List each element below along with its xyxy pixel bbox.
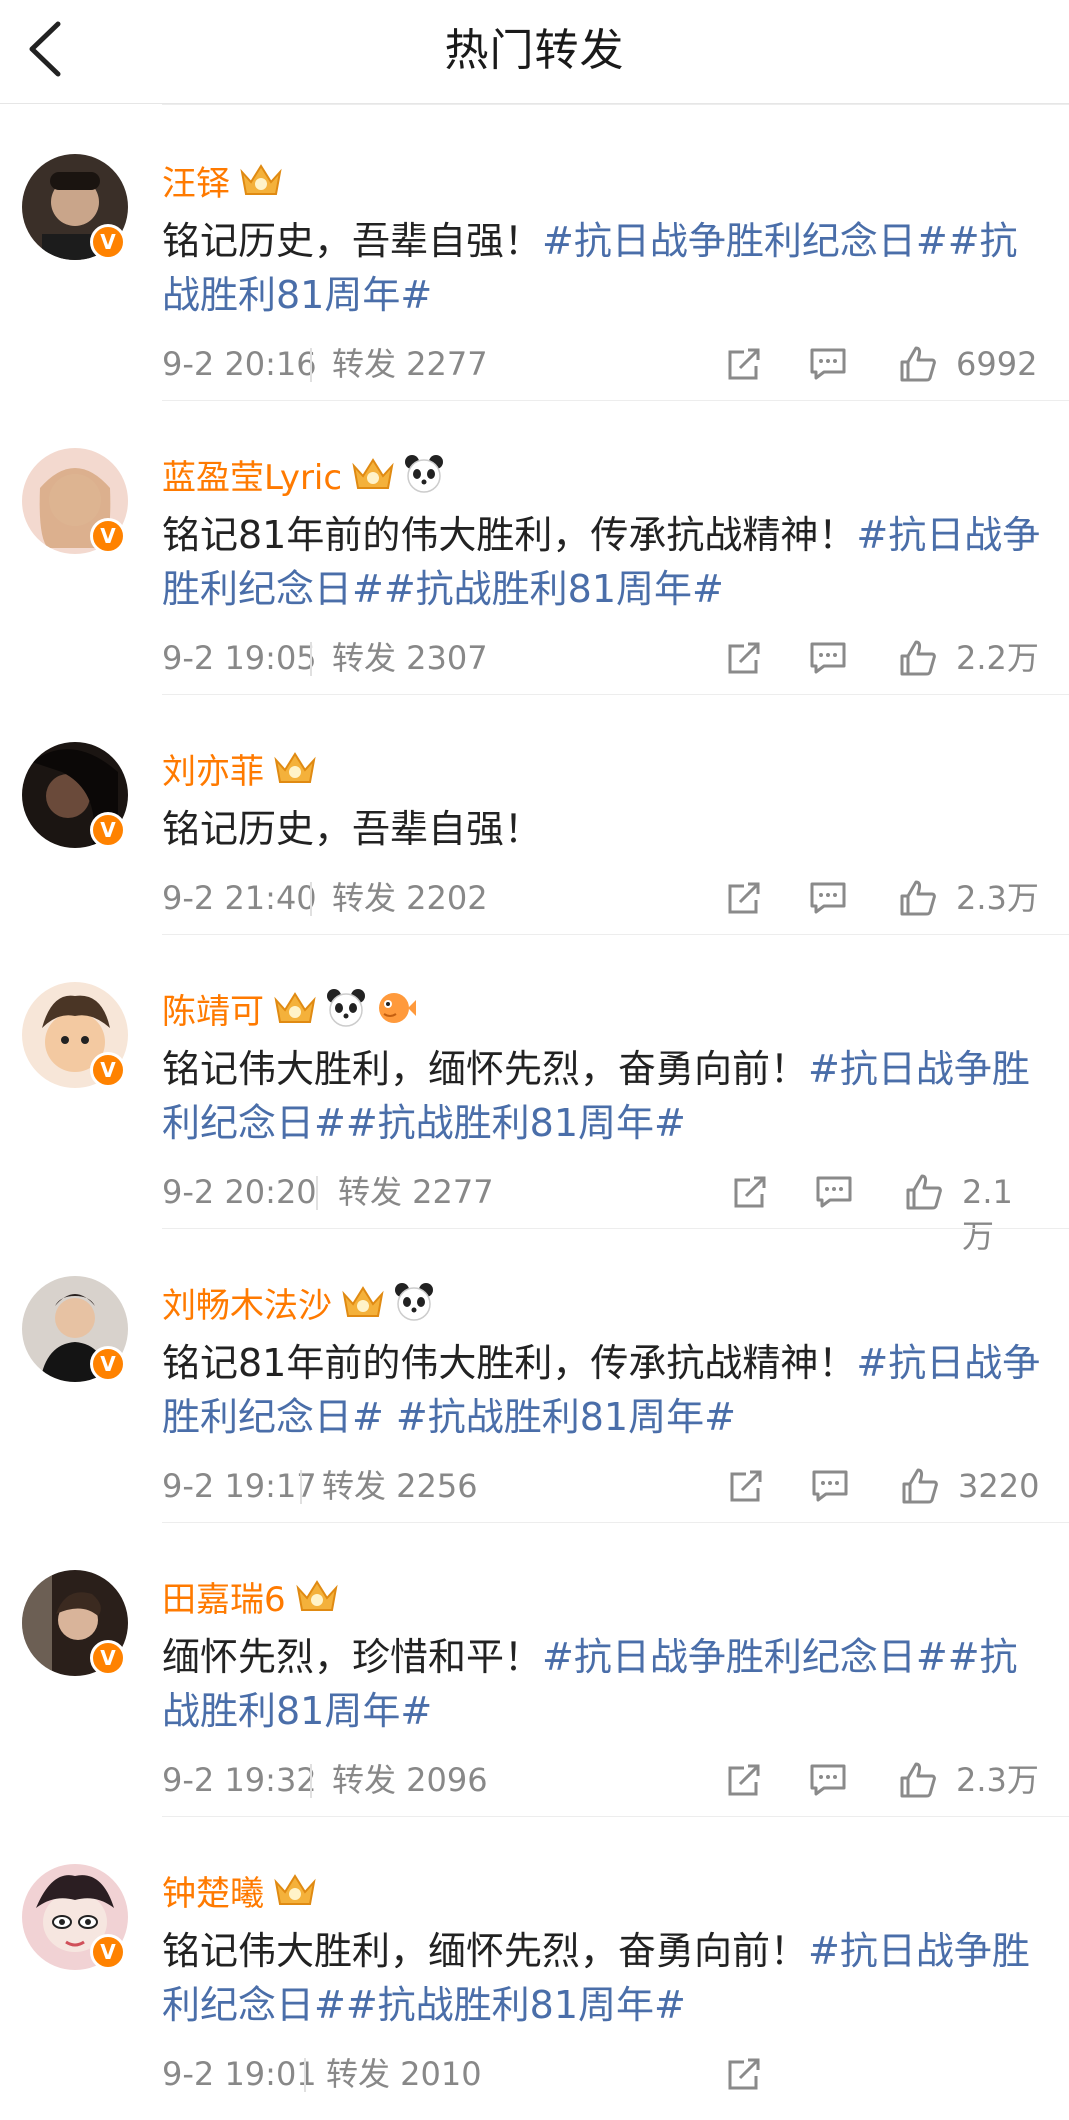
share-icon[interactable] xyxy=(724,1762,764,1798)
share-icon[interactable] xyxy=(730,1174,770,1210)
comment-icon[interactable] xyxy=(814,1174,854,1210)
repost-feed: V 汪铎 铭记历史，吾辈自强！#抗日战争胜利纪念日##抗战胜利81周年# 9-2… xyxy=(0,104,1069,2120)
comment-icon[interactable] xyxy=(808,880,848,916)
panda-badge-icon xyxy=(395,1283,433,1321)
crown-badge-icon xyxy=(296,1580,338,1611)
post-meta: 9-2 19:17 转发 2256 3220 xyxy=(162,1464,1042,1508)
username[interactable]: 钟楚曦 xyxy=(162,1866,264,1915)
post-time: 9-2 19:17 xyxy=(162,1467,317,1505)
post-time: 9-2 20:16 xyxy=(162,345,317,383)
repost-item[interactable]: V 陈靖可 铭记伟大胜利，缅怀先烈，奋勇向前！#抗日战争胜利纪念日##抗战胜利8… xyxy=(0,934,1069,1255)
share-icon[interactable] xyxy=(724,2056,764,2092)
post-time: 9-2 20:20 xyxy=(162,1173,317,1211)
like-thumb-icon[interactable] xyxy=(904,1172,944,1212)
crown-badge-icon xyxy=(342,1286,384,1317)
comment-icon[interactable] xyxy=(808,640,848,676)
repost-count: 转发 2010 xyxy=(326,2055,482,2093)
repost-count: 转发 2256 xyxy=(322,1467,478,1505)
verified-badge-icon: V xyxy=(90,518,126,554)
verified-badge-icon: V xyxy=(90,812,126,848)
like-count: 3220 xyxy=(958,1467,1040,1505)
post-meta: 9-2 19:05 转发 2307 2.2万 xyxy=(162,636,1042,680)
post-text: 铭记81年前的伟大胜利，传承抗战精神！#抗日战争胜利纪念日# #抗战胜利81周年… xyxy=(162,1341,1041,1439)
like-count: 6992 xyxy=(956,345,1038,383)
repost-item[interactable]: V 刘畅木法沙 铭记81年前的伟大胜利，传承抗战精神！#抗日战争胜利纪念日# #… xyxy=(0,1228,1069,1532)
like-thumb-icon[interactable] xyxy=(898,1760,938,1800)
share-icon[interactable] xyxy=(724,880,764,916)
crown-badge-icon xyxy=(274,992,316,1023)
username[interactable]: 蓝盈莹Lyric xyxy=(162,450,342,499)
like-thumb-icon[interactable] xyxy=(898,878,938,918)
repost-item[interactable]: V 汪铎 铭记历史，吾辈自强！#抗日战争胜利纪念日##抗战胜利81周年# 9-2… xyxy=(0,104,1069,410)
username[interactable]: 陈靖可 xyxy=(162,984,264,1033)
comment-icon[interactable] xyxy=(810,1468,850,1504)
crown-badge-icon xyxy=(240,164,282,195)
post-meta: 9-2 20:20 转发 2277 2.1万 xyxy=(162,1170,1042,1255)
repost-item[interactable]: V 钟楚曦 铭记伟大胜利，缅怀先烈，奋勇向前！#抗日战争胜利纪念日##抗战胜利8… xyxy=(0,1816,1069,2120)
post-meta: 9-2 20:16 转发 2277 6992 xyxy=(162,342,1042,386)
share-icon[interactable] xyxy=(726,1468,766,1504)
repost-count: 转发 2307 xyxy=(332,639,488,677)
crown-badge-icon xyxy=(352,458,394,489)
repost-count: 转发 2096 xyxy=(332,1761,488,1799)
like-count: 2.3万 xyxy=(956,1761,1039,1799)
comment-icon[interactable] xyxy=(808,346,848,382)
username[interactable]: 田嘉瑞6 xyxy=(162,1572,286,1621)
post-time: 9-2 21:40 xyxy=(162,879,317,917)
post-text: 铭记历史，吾辈自强！ xyxy=(162,807,543,851)
panda-badge-icon xyxy=(405,455,444,493)
post-text: 铭记伟大胜利，缅怀先烈，奋勇向前！#抗日战争胜利纪念日##抗战胜利81周年# xyxy=(162,1047,1030,1145)
like-count: 2.2万 xyxy=(956,639,1039,677)
post-meta: 9-2 21:40 转发 2202 2.3万 xyxy=(162,876,1042,920)
post-text: 铭记伟大胜利，缅怀先烈，奋勇向前！#抗日战争胜利纪念日##抗战胜利81周年# xyxy=(162,1929,1030,2027)
post-text: 铭记81年前的伟大胜利，传承抗战精神！#抗日战争胜利纪念日##抗战胜利81周年# xyxy=(162,513,1041,611)
panda-badge-icon xyxy=(327,989,365,1027)
username[interactable]: 刘亦菲 xyxy=(162,744,264,793)
verified-badge-icon: V xyxy=(90,1052,126,1088)
share-icon[interactable] xyxy=(724,346,764,382)
username[interactable]: 汪铎 xyxy=(162,156,230,205)
verified-badge-icon: V xyxy=(90,1934,126,1970)
verified-badge-icon: V xyxy=(90,224,126,260)
post-time: 9-2 19:32 xyxy=(162,1761,317,1799)
verified-badge-icon: V xyxy=(90,1640,126,1676)
post-time: 9-2 19:05 xyxy=(162,639,317,677)
repost-item[interactable]: V 田嘉瑞6 缅怀先烈，珍惜和平！#抗日战争胜利纪念日##抗战胜利81周年# 9… xyxy=(0,1522,1069,1826)
like-thumb-icon[interactable] xyxy=(898,344,938,384)
crown-badge-icon xyxy=(274,752,316,783)
top-bar: 热门转发 xyxy=(0,0,1069,104)
post-text: 铭记历史，吾辈自强！#抗日战争胜利纪念日##抗战胜利81周年# xyxy=(162,219,1018,317)
repost-count: 转发 2277 xyxy=(338,1173,494,1211)
like-count: 2.3万 xyxy=(956,879,1039,917)
repost-item[interactable]: V 刘亦菲 铭记历史，吾辈自强！ 9-2 21:40 转发 2202 2.3万 xyxy=(0,694,1069,944)
repost-count: 转发 2202 xyxy=(332,879,488,917)
post-meta: 9-2 19:32 转发 2096 2.3万 xyxy=(162,1758,1042,1802)
verified-badge-icon: V xyxy=(90,1346,126,1382)
crown-badge-icon xyxy=(274,1874,316,1905)
share-icon[interactable] xyxy=(724,640,764,676)
like-thumb-icon[interactable] xyxy=(898,638,938,678)
comment-icon[interactable] xyxy=(808,1762,848,1798)
username[interactable]: 刘畅木法沙 xyxy=(162,1278,332,1327)
repost-count: 转发 2277 xyxy=(332,345,488,383)
post-meta: 9-2 19:01 转发 2010 xyxy=(162,2052,1042,2096)
repost-item[interactable]: V 蓝盈莹Lyric 铭记81年前的伟大胜利，传承抗战精神！#抗日战争胜利纪念日… xyxy=(0,400,1069,704)
like-thumb-icon[interactable] xyxy=(900,1466,940,1506)
post-text: 缅怀先烈，珍惜和平！#抗日战争胜利纪念日##抗战胜利81周年# xyxy=(162,1635,1018,1733)
page-title: 热门转发 xyxy=(444,25,625,76)
post-time: 9-2 19:01 xyxy=(162,2055,317,2093)
pufferfish-badge-icon xyxy=(379,993,416,1023)
